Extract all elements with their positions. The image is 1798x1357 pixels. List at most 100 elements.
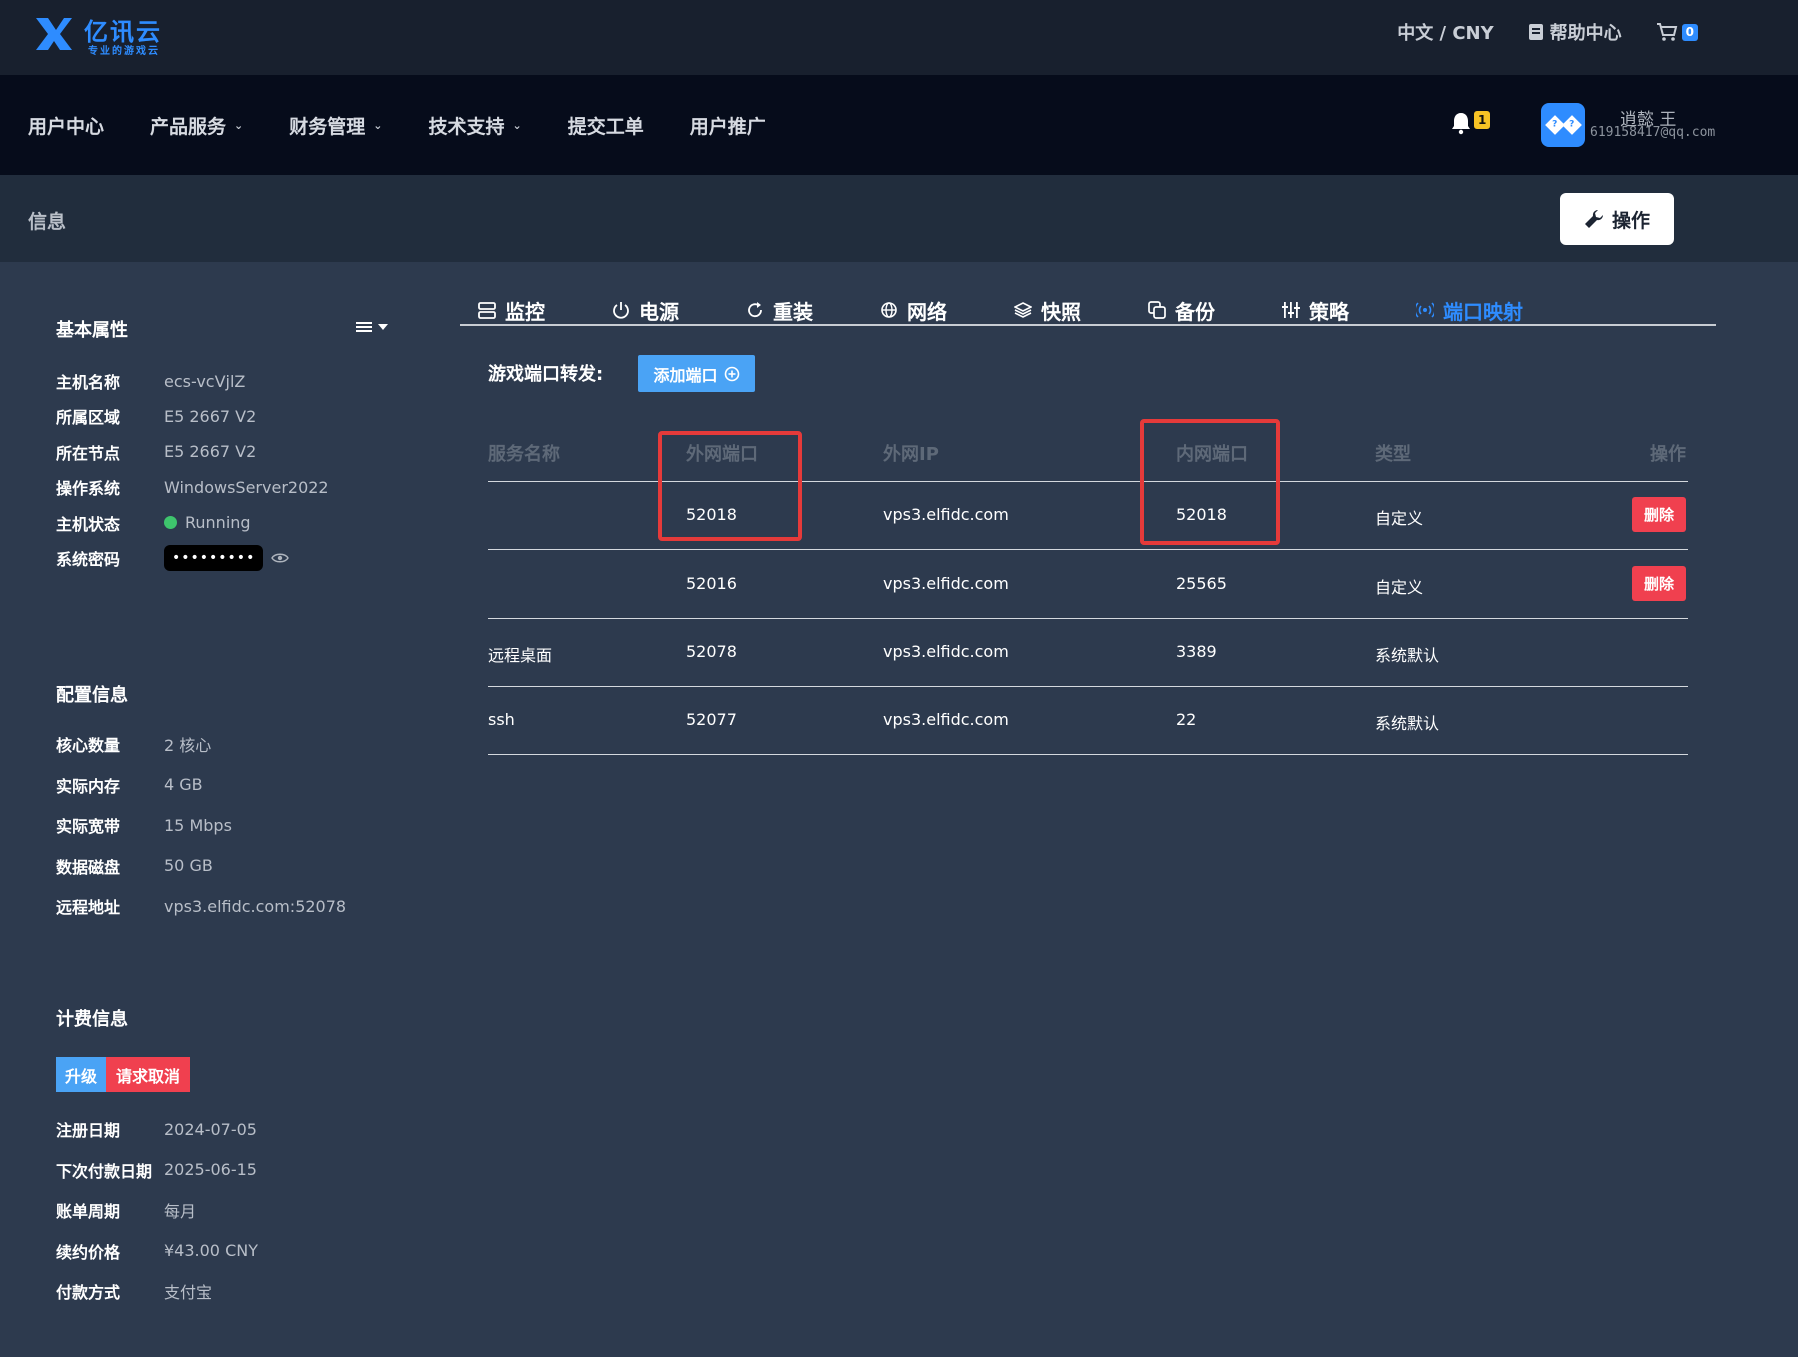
cart-button[interactable]: 0 xyxy=(1656,22,1698,42)
sliders-icon xyxy=(1282,302,1300,318)
basic-row-label: 所属区域 xyxy=(56,408,121,428)
chevron-down-icon: ⌄ xyxy=(373,119,383,132)
billing-row-value: ¥43.00 CNY xyxy=(164,1241,258,1260)
refresh-icon xyxy=(748,302,762,318)
config-info-title: 配置信息 xyxy=(56,685,128,706)
tab-globe[interactable]: 网络 xyxy=(880,296,947,324)
language-selector[interactable]: 中文 / CNY xyxy=(1397,19,1493,45)
basic-row: 系统密码 ••••••••• xyxy=(56,545,290,571)
request-cancel-button[interactable]: 请求取消 xyxy=(106,1057,191,1092)
basic-properties-menu[interactable] xyxy=(356,320,388,334)
config-row: 远程地址 vps3.elfidc.com:52078 xyxy=(56,895,346,918)
layers-icon xyxy=(1014,302,1032,318)
tab-copy[interactable]: 备份 xyxy=(1148,296,1215,324)
globe-icon xyxy=(881,302,897,318)
th-action: 操作 xyxy=(1650,444,1686,465)
caret-down-icon xyxy=(378,324,388,330)
table-row: 远程桌面 52078 vps3.elfidc.com 3389 系统默认 xyxy=(488,618,1688,687)
system-password-field[interactable]: ••••••••• xyxy=(164,545,264,571)
top-bar: 亿讯云 专业的游戏云 中文 / CNY 帮助中心 0 xyxy=(0,0,1798,75)
add-port-button[interactable]: 添加端口 xyxy=(638,355,755,392)
nav-item-1[interactable]: 产品服务 ⌄ xyxy=(150,112,243,139)
billing-row: 下次付款日期 2025-06-15 xyxy=(56,1159,257,1181)
notification-count-badge: 1 xyxy=(1474,111,1491,129)
th-type: 类型 xyxy=(1375,444,1411,465)
th-external-ip: 外网IP xyxy=(883,444,939,465)
cell-ext-port: 52016 xyxy=(686,574,737,593)
hamburger-icon xyxy=(356,322,372,332)
delete-button[interactable]: 删除 xyxy=(1632,497,1686,532)
config-row-value: 2 核心 xyxy=(164,732,211,756)
cell-int-port: 25565 xyxy=(1176,574,1227,593)
config-row-value-text: vps3.elfidc.com:52078 xyxy=(164,896,347,916)
cell-ext-ip: vps3.elfidc.com xyxy=(883,574,1009,593)
tab-layers[interactable]: 快照 xyxy=(1014,296,1081,324)
nav-item-4[interactable]: 提交工单 xyxy=(568,112,644,139)
broadcast-icon xyxy=(1416,302,1434,318)
billing-row: 账单周期 每月 xyxy=(56,1199,196,1221)
logo-subtitle: 专业的游戏云 xyxy=(88,46,160,57)
notification-button[interactable]: 1 xyxy=(1450,111,1491,135)
cell-ext-ip: vps3.elfidc.com xyxy=(883,505,1009,524)
basic-row-value: WindowsServer2022 xyxy=(164,478,329,497)
tab-power[interactable]: 电源 xyxy=(612,296,679,324)
config-row-label: 实际宽带 xyxy=(56,817,121,836)
row-divider xyxy=(488,754,1688,755)
nav-item-3[interactable]: 技术支持 ⌄ xyxy=(428,112,521,139)
tab-server[interactable]: 监控 xyxy=(478,296,545,324)
basic-row: 所在节点 E5 2667 V2 xyxy=(56,441,256,463)
avatar[interactable]: ? ? xyxy=(1541,103,1585,147)
config-row-value: vps3.elfidc.com:52078 xyxy=(164,897,346,916)
billing-row-label: 账单周期 xyxy=(56,1202,121,1221)
highlight-box-internal-port xyxy=(1140,419,1280,545)
operation-button[interactable]: 操作 xyxy=(1560,193,1674,245)
nav-item-label: 用户推广 xyxy=(689,116,766,138)
basic-row-label: 主机名称 xyxy=(56,373,121,392)
cell-type: 自定义 xyxy=(1375,578,1424,597)
nav-item-0[interactable]: 用户中心 xyxy=(28,112,104,139)
billing-row-label: 注册日期 xyxy=(56,1121,121,1140)
highlight-box-external-port xyxy=(658,431,802,541)
cell-ext-ip: vps3.elfidc.com xyxy=(883,642,1009,661)
cart-icon xyxy=(1656,23,1677,41)
tab-sliders[interactable]: 策略 xyxy=(1282,296,1349,324)
delete-button[interactable]: 删除 xyxy=(1632,566,1686,601)
user-email: 619158417@qq.com xyxy=(1590,125,1716,140)
basic-row-value-text: ecs-vcVjlZ xyxy=(164,371,246,391)
chevron-down-icon: ⌄ xyxy=(512,119,522,132)
billing-row-value: 每月 xyxy=(164,1198,196,1222)
help-center-link[interactable]: 帮助中心 xyxy=(1528,19,1622,45)
nav-item-5[interactable]: 用户推广 xyxy=(690,112,766,139)
billing-row-value-text: 2024-07-05 xyxy=(164,1119,257,1139)
basic-row-label: 所在节点 xyxy=(56,443,121,463)
billing-row: 续约价格 ¥43.00 CNY xyxy=(56,1240,258,1262)
tab-refresh[interactable]: 重装 xyxy=(746,296,813,324)
config-row-value: 15 Mbps xyxy=(164,816,232,835)
cell-type: 系统默认 xyxy=(1375,646,1440,665)
basic-row-value-text: WindowsServer2022 xyxy=(164,477,329,497)
cell-service: ssh xyxy=(488,710,515,729)
basic-row: 所属区域 E5 2667 V2 xyxy=(56,405,257,428)
detail-tabs: 监控 电源 重装 网络 快照 备份 策略 端口映射 xyxy=(460,296,1716,326)
add-port-label: 添加端口 xyxy=(653,365,718,385)
basic-row-value: E5 2667 V2 xyxy=(164,442,256,461)
basic-row-label: 主机状态 xyxy=(56,514,121,534)
cell-ext-ip: vps3.elfidc.com xyxy=(883,710,1009,729)
billing-row: 注册日期 2024-07-05 xyxy=(56,1118,257,1141)
config-row-label: 数据磁盘 xyxy=(56,857,121,877)
upgrade-button[interactable]: 升级 xyxy=(56,1057,107,1092)
cell-type: 系统默认 xyxy=(1375,714,1440,733)
config-row-value-text: 50 GB xyxy=(164,856,213,875)
sub-header: 信息 操作 xyxy=(0,175,1798,262)
billing-info-title: 计费信息 xyxy=(56,1009,128,1030)
nav-item-2[interactable]: 财务管理 ⌄ xyxy=(289,112,382,139)
bell-icon xyxy=(1452,113,1470,135)
eye-icon[interactable] xyxy=(271,552,290,564)
page-title: 信息 xyxy=(28,211,67,233)
document-icon xyxy=(1528,24,1543,40)
logo[interactable]: 亿讯云 专业的游戏云 xyxy=(34,12,184,57)
basic-row-value-text: E5 2667 V2 xyxy=(164,406,257,426)
nav-item-label: 产品服务 xyxy=(150,116,227,138)
tab-broadcast[interactable]: 端口映射 xyxy=(1416,296,1523,324)
config-row: 实际宽带 15 Mbps xyxy=(56,814,232,837)
